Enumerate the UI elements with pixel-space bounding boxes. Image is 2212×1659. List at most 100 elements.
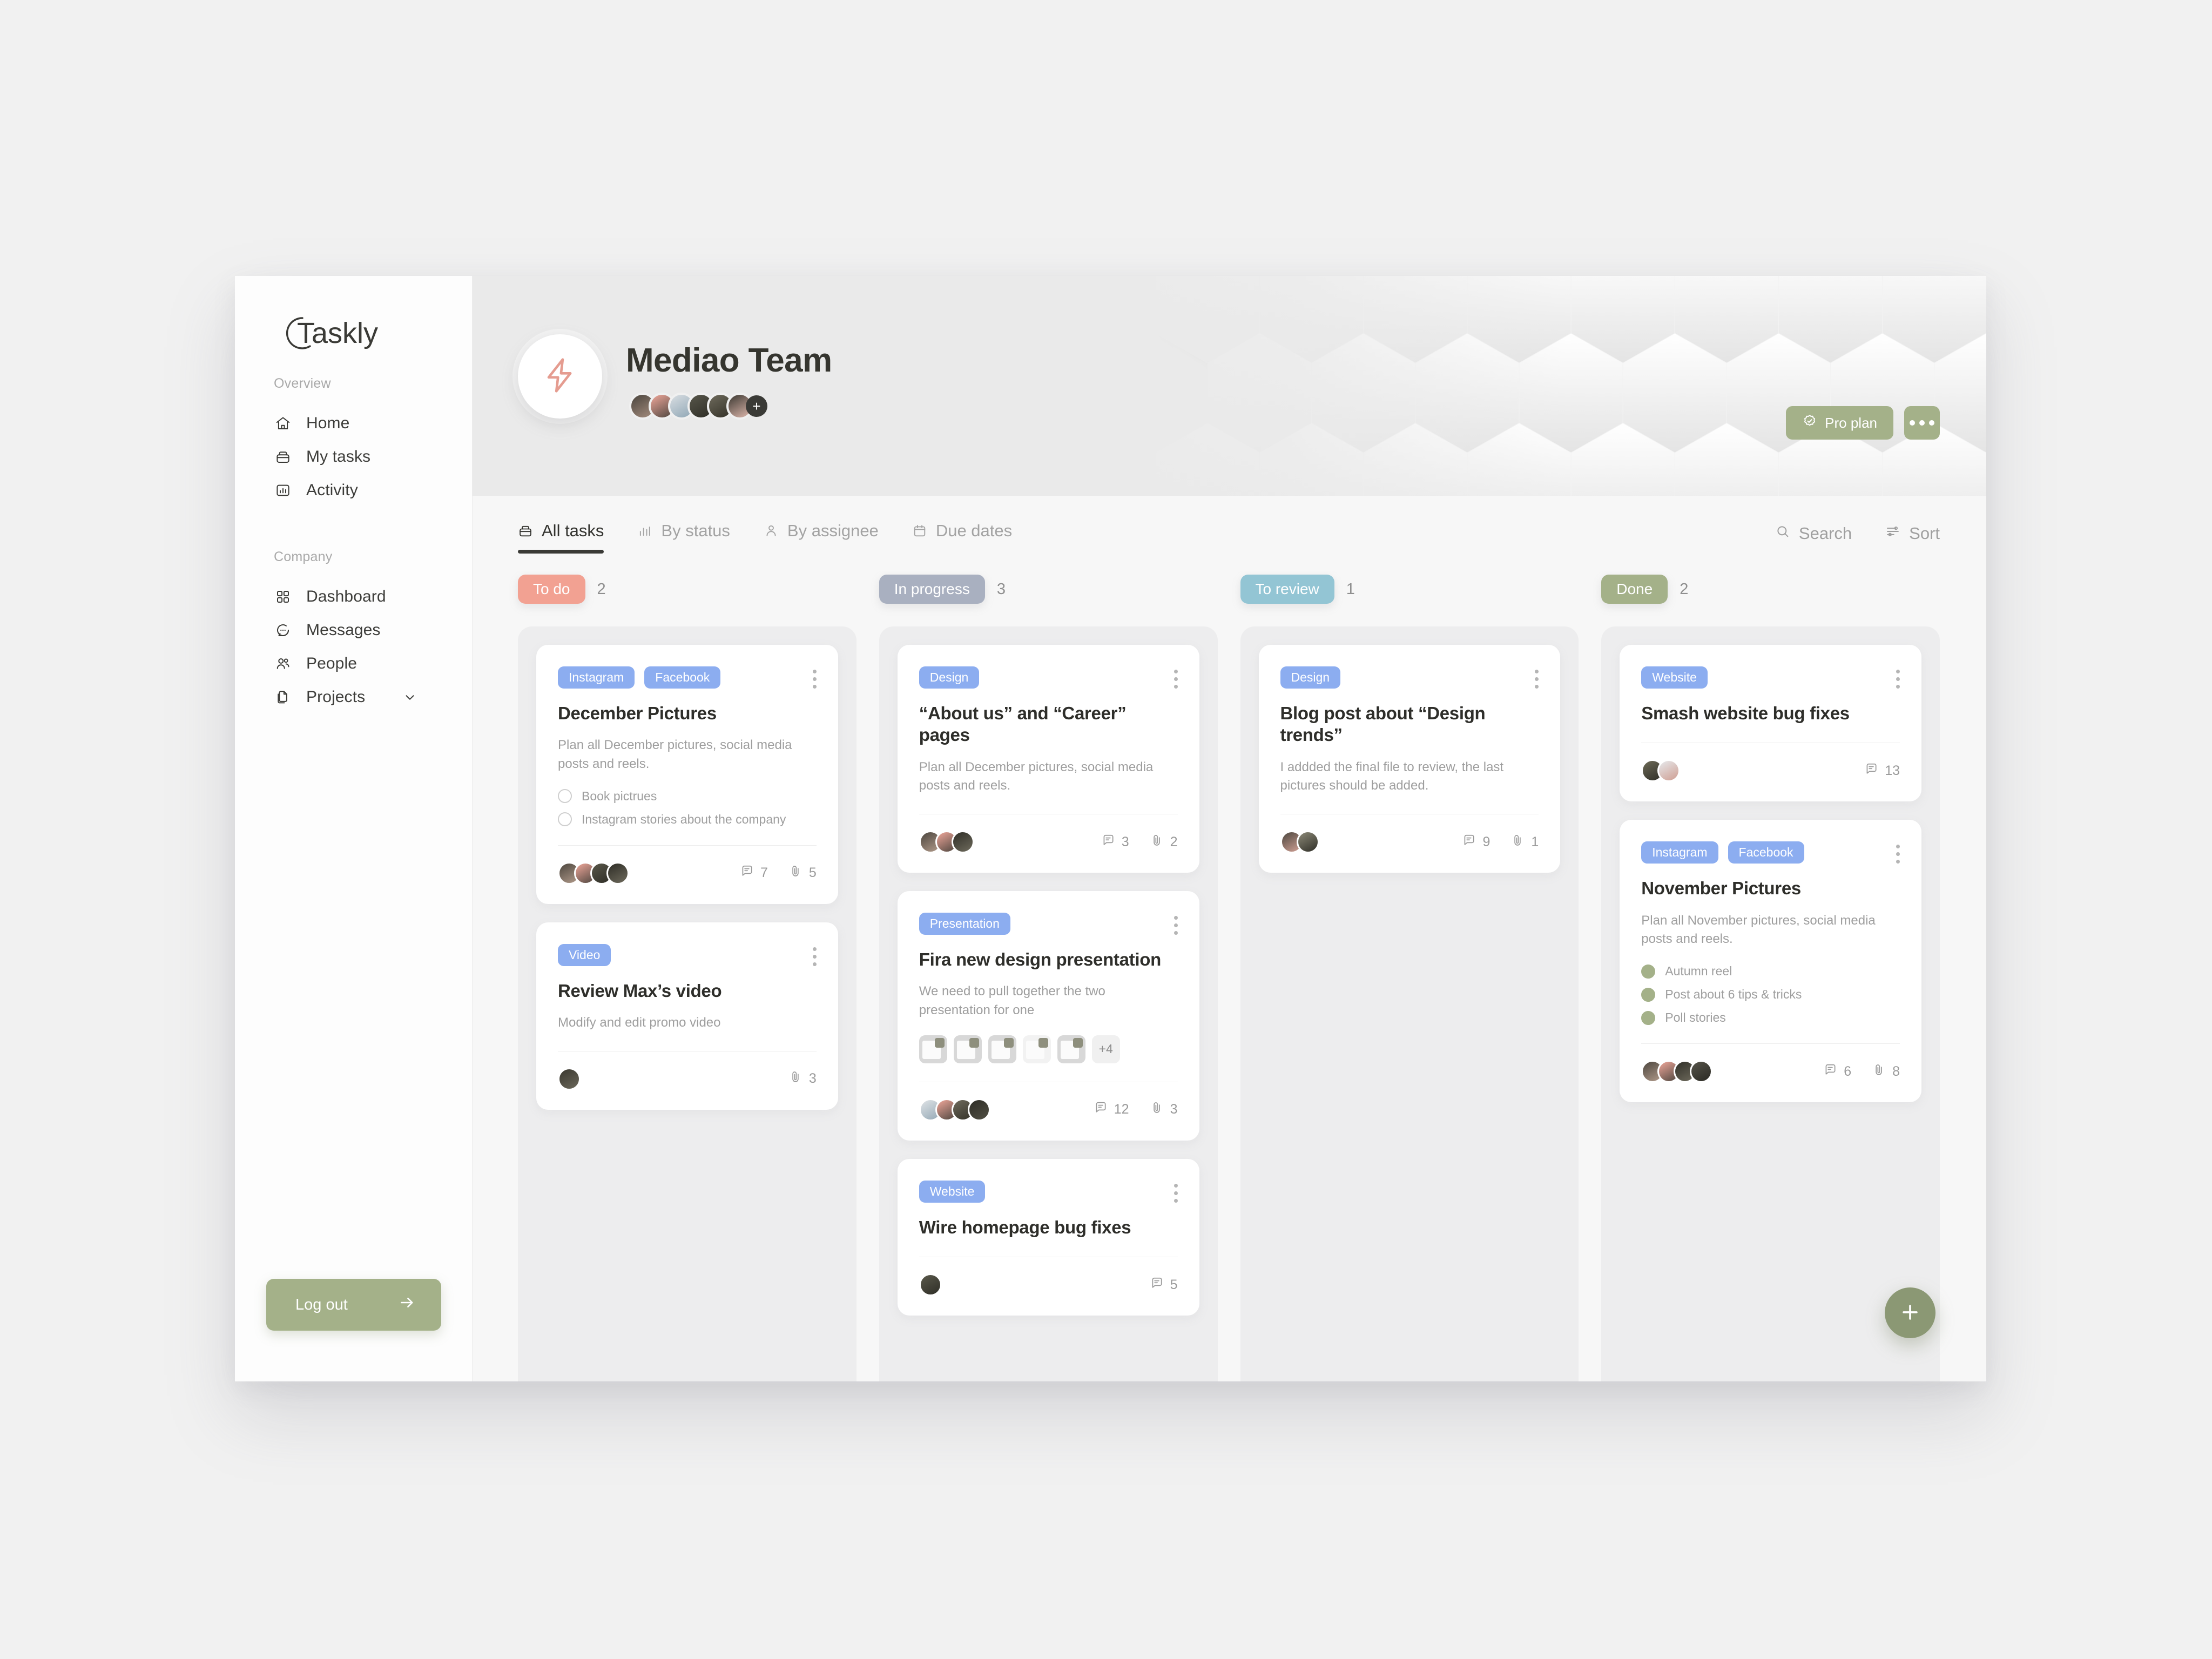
subtask-item[interactable]: Poll stories xyxy=(1641,1010,1900,1025)
task-card[interactable]: Website Smash website bug fixes 13 xyxy=(1620,645,1921,802)
sidebar-item-projects[interactable]: Projects xyxy=(235,680,472,714)
card-title: Review Max’s video xyxy=(558,980,722,1001)
tag[interactable]: Presentation xyxy=(919,913,1010,935)
person-icon xyxy=(764,523,779,538)
task-card[interactable]: Instagram Facebook December Pictures Pla… xyxy=(536,645,838,904)
card-menu-button[interactable] xyxy=(1174,1181,1178,1203)
tag[interactable]: Instagram xyxy=(1641,841,1718,864)
task-card[interactable]: Presentation Fira new design presentatio… xyxy=(897,891,1199,1141)
card-assignees[interactable] xyxy=(1641,1060,1713,1083)
tab-due-dates[interactable]: Due dates xyxy=(912,521,1012,546)
card-assignees[interactable] xyxy=(919,831,974,854)
sidebar-item-dashboard[interactable]: Dashboard xyxy=(235,580,472,613)
status-badge[interactable]: To do xyxy=(518,575,585,604)
status-badge[interactable]: In progress xyxy=(879,575,985,604)
task-card[interactable]: Design Blog post about “Design trends” I… xyxy=(1258,645,1561,873)
subtask-item[interactable]: Instagram stories about the company xyxy=(558,812,817,827)
chevron-down-icon[interactable] xyxy=(403,690,417,704)
card-menu-button[interactable] xyxy=(1896,841,1900,864)
attachment-count: 8 xyxy=(1872,1063,1900,1081)
card-assignees[interactable] xyxy=(1280,831,1319,854)
thumbnail[interactable] xyxy=(919,1035,947,1063)
checkbox-icon[interactable] xyxy=(558,812,572,827)
tag[interactable]: Website xyxy=(919,1180,986,1203)
tag[interactable]: Facebook xyxy=(1728,841,1804,864)
card-menu-button[interactable] xyxy=(812,666,817,689)
card-title: November Pictures xyxy=(1641,878,1801,899)
thumbnail[interactable] xyxy=(1022,1035,1051,1063)
subtask-item[interactable]: Autumn reel xyxy=(1641,964,1900,979)
card-assignees[interactable] xyxy=(558,861,629,885)
attachment-count-value: 1 xyxy=(1531,834,1539,849)
card-menu-button[interactable] xyxy=(1174,666,1178,689)
comment-icon xyxy=(1150,1276,1164,1294)
comment-count: 7 xyxy=(740,864,768,882)
card-assignees[interactable] xyxy=(919,1273,942,1297)
tag-list: Video xyxy=(558,943,611,966)
sidebar-item-label: Home xyxy=(306,414,350,432)
task-card[interactable]: Design “About us” and “Career” pages Pla… xyxy=(897,645,1199,873)
tag[interactable]: Video xyxy=(558,943,611,966)
comment-count: 9 xyxy=(1462,833,1490,851)
subtask-label: Poll stories xyxy=(1665,1010,1726,1025)
logout-button[interactable]: Log out xyxy=(266,1279,441,1331)
banner-actions: Pro plan xyxy=(1786,406,1940,440)
tab-by-assignee[interactable]: By assignee xyxy=(764,521,879,546)
thumbnail[interactable] xyxy=(988,1035,1016,1063)
sidebar-item-home[interactable]: Home xyxy=(235,407,472,440)
search-button[interactable]: Search xyxy=(1775,524,1852,543)
card-menu-button[interactable] xyxy=(1535,666,1539,689)
sidebar-item-people[interactable]: People xyxy=(235,647,472,680)
card-description: Plan all December pictures, social media… xyxy=(558,738,792,772)
card-menu-button[interactable] xyxy=(1174,913,1178,935)
team-member-avatars[interactable]: + xyxy=(626,393,832,420)
checkbox-icon[interactable] xyxy=(558,789,572,804)
status-badge[interactable]: Done xyxy=(1601,575,1668,604)
tag[interactable]: Design xyxy=(919,666,980,689)
card-menu-button[interactable] xyxy=(812,944,817,966)
attachment-count: 3 xyxy=(788,1070,817,1088)
add-task-fab[interactable] xyxy=(1885,1287,1936,1338)
sort-label: Sort xyxy=(1909,524,1940,543)
tab-by-status[interactable]: By status xyxy=(637,521,730,546)
subtask-item[interactable]: Book pictrues xyxy=(558,789,817,804)
attachment-count: 1 xyxy=(1510,833,1539,851)
thumbnail[interactable] xyxy=(953,1035,982,1063)
sidebar-item-messages[interactable]: Messages xyxy=(235,613,472,647)
checkbox-icon[interactable] xyxy=(1641,987,1656,1002)
task-card[interactable]: Instagram Facebook November Pictures Pla… xyxy=(1620,820,1921,1103)
home-icon xyxy=(274,414,292,433)
status-badge[interactable]: To review xyxy=(1240,575,1334,604)
task-card[interactable]: Website Wire homepage bug fixes 5 xyxy=(897,1158,1199,1316)
card-assignees[interactable] xyxy=(1641,759,1681,783)
column-count: 1 xyxy=(1346,580,1355,598)
divider xyxy=(1641,1043,1900,1044)
thumbnail[interactable] xyxy=(1057,1035,1085,1063)
pro-plan-button[interactable]: Pro plan xyxy=(1786,406,1893,440)
thumbnail-more-badge[interactable]: +4 xyxy=(1091,1035,1120,1063)
card-menu-button[interactable] xyxy=(1896,666,1900,689)
attachment-count-value: 3 xyxy=(808,1071,817,1087)
page-title: Mediao Team xyxy=(626,342,832,379)
checkbox-icon[interactable] xyxy=(1641,964,1656,979)
tag[interactable]: Facebook xyxy=(644,666,721,689)
card-assignees[interactable] xyxy=(919,1098,990,1121)
attachment-thumbnails[interactable]: +4 xyxy=(919,1035,1178,1063)
task-card[interactable]: Video Review Max’s video Modify and edit… xyxy=(536,922,838,1110)
tag[interactable]: Website xyxy=(1641,666,1708,689)
banner-more-button[interactable] xyxy=(1904,406,1940,440)
sidebar-item-activity[interactable]: Activity xyxy=(235,474,472,507)
attachment-count: 5 xyxy=(788,864,817,882)
tag[interactable]: Design xyxy=(1280,666,1341,689)
comment-count: 12 xyxy=(1094,1101,1129,1118)
card-assignees[interactable] xyxy=(558,1067,581,1090)
sort-button[interactable]: Sort xyxy=(1885,524,1940,543)
tag[interactable]: Instagram xyxy=(558,666,635,689)
checkbox-icon[interactable] xyxy=(1641,1010,1656,1025)
add-member-button[interactable]: + xyxy=(746,395,767,417)
subtask-item[interactable]: Post about 6 tips & tricks xyxy=(1641,987,1900,1002)
sidebar-item-my-tasks[interactable]: My tasks xyxy=(235,440,472,474)
card-description: Plan all December pictures, social media… xyxy=(919,759,1154,793)
brand-logo[interactable]: Taskly xyxy=(235,276,472,376)
tab-all-tasks[interactable]: All tasks xyxy=(518,521,604,554)
